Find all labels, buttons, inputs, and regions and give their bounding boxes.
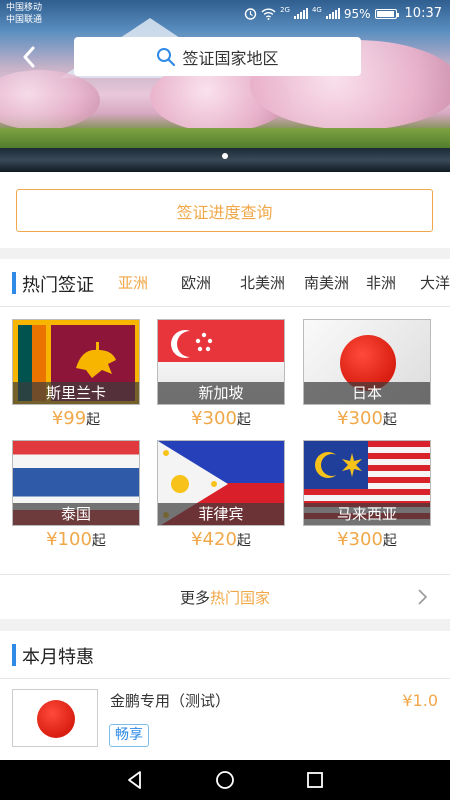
- deal-thumbnail: [12, 689, 98, 747]
- country-name: 斯里兰卡: [13, 382, 139, 404]
- square-recents-icon: [307, 772, 323, 788]
- nav-back-button[interactable]: [122, 767, 148, 793]
- carrier-2: 中国联通: [6, 15, 43, 25]
- country-name: 日本: [304, 382, 430, 404]
- price-value: ¥99: [51, 408, 87, 429]
- monthly-special-section: 本月特惠 金鹏专用（测试） 畅享 ¥1.0: [0, 631, 450, 760]
- hot-visa-header: 热门签证 亚洲 欧洲 北美洲 南美洲 非洲 大洋: [0, 259, 450, 307]
- chevron-right-icon: [418, 589, 428, 605]
- section-marker: [12, 644, 16, 666]
- banner-dot[interactable]: [222, 153, 228, 159]
- battery-icon: [374, 8, 399, 19]
- more-highlight: 热门国家: [210, 589, 271, 607]
- price-value: ¥420: [191, 529, 237, 550]
- wifi-icon: [261, 8, 276, 20]
- tab-europe[interactable]: 欧洲: [164, 259, 220, 307]
- country-card-japan[interactable]: 日本 ¥300起: [303, 319, 431, 429]
- price-suffix: 起: [382, 412, 397, 428]
- nav-home-button[interactable]: [212, 767, 238, 793]
- search-icon: [157, 47, 176, 66]
- singapore-flag: 新加坡: [157, 319, 285, 405]
- philippines-flag: 菲律宾: [157, 440, 285, 526]
- tab-oceania[interactable]: 大洋: [402, 259, 450, 307]
- network-2-label: 4G: [311, 5, 322, 14]
- search-placeholder: 签证国家地区: [182, 48, 279, 68]
- tab-asia[interactable]: 亚洲: [102, 259, 164, 307]
- deal-item[interactable]: 金鹏专用（测试） 畅享 ¥1.0: [0, 679, 450, 760]
- price-suffix: 起: [91, 533, 106, 549]
- carrier-labels: 中国移动 中国联通: [6, 2, 42, 26]
- triangle-back-icon: [128, 771, 141, 789]
- status-bar: 中国移动 中国联通 2G 4G 95% 10:37: [0, 0, 450, 28]
- progress-query-section: 签证进度查询: [0, 172, 450, 248]
- circle-home-icon: [216, 771, 234, 789]
- malaysia-flag: 马来西亚: [303, 440, 431, 526]
- alarm-icon: [244, 8, 257, 20]
- network-1-label: 2G: [280, 5, 290, 14]
- search-input[interactable]: 签证国家地区: [74, 37, 361, 76]
- country-card-thailand[interactable]: 泰国 ¥100起: [12, 440, 140, 550]
- system-nav-bar: [0, 760, 450, 800]
- signal-1-icon: [293, 8, 308, 19]
- tab-africa[interactable]: 非洲: [348, 259, 402, 307]
- country-name: 新加坡: [158, 382, 284, 404]
- more-hot-countries-link[interactable]: 更多 热门国家: [0, 574, 450, 620]
- country-price: ¥300起: [303, 529, 431, 550]
- country-card-sri-lanka[interactable]: 斯里兰卡 ¥99起: [12, 319, 140, 429]
- country-price: ¥420起: [157, 529, 285, 550]
- price-value: ¥100: [46, 529, 92, 550]
- region-tabs: 亚洲 欧洲 北美洲 南美洲 非洲 大洋: [102, 259, 450, 307]
- country-price: ¥99起: [12, 408, 140, 429]
- tab-south-america[interactable]: 南美洲: [284, 259, 349, 307]
- more-prefix: 更多: [179, 589, 210, 607]
- country-card-singapore[interactable]: 新加坡 ¥300起: [157, 319, 285, 429]
- back-button[interactable]: [14, 42, 44, 72]
- nav-recents-button[interactable]: [302, 767, 328, 793]
- price-value: ¥300: [337, 529, 383, 550]
- section-title: 热门签证: [22, 275, 94, 296]
- price-suffix: 起: [382, 533, 397, 549]
- section-title: 本月特惠: [22, 647, 94, 668]
- country-card-malaysia[interactable]: 马来西亚 ¥300起: [303, 440, 431, 550]
- country-name: 菲律宾: [158, 503, 284, 525]
- country-name: 马来西亚: [304, 503, 430, 525]
- country-name: 泰国: [13, 503, 139, 525]
- clock: 10:37: [404, 6, 442, 21]
- price-value: ¥300: [191, 408, 237, 429]
- banner-grass: [0, 128, 450, 150]
- deal-price: ¥1.0: [402, 691, 438, 710]
- price-value: ¥300: [337, 408, 383, 429]
- chevron-left-icon: [23, 46, 35, 68]
- price-suffix: 起: [86, 412, 101, 428]
- section-marker: [12, 272, 16, 294]
- deal-title: 金鹏专用（测试）: [110, 692, 231, 710]
- hot-visa-section: 热门签证 亚洲 欧洲 北美洲 南美洲 非洲 大洋 斯里兰卡 ¥99起 新加坡 ¥…: [0, 259, 450, 619]
- country-price: ¥100起: [12, 529, 140, 550]
- visa-progress-button[interactable]: 签证进度查询: [16, 189, 433, 232]
- country-price: ¥300起: [157, 408, 285, 429]
- country-card-philippines[interactable]: 菲律宾 ¥420起: [157, 440, 285, 550]
- monthly-special-header: 本月特惠: [0, 631, 450, 679]
- japan-flag: 日本: [303, 319, 431, 405]
- thailand-flag: 泰国: [12, 440, 140, 526]
- deal-tag: 畅享: [109, 724, 149, 747]
- price-suffix: 起: [236, 533, 251, 549]
- hero-banner[interactable]: 中国移动 中国联通 2G 4G 95% 10:37 签证国家地区: [0, 0, 450, 172]
- banner-blossom: [0, 70, 100, 130]
- signal-2-icon: [325, 8, 340, 19]
- carrier-1: 中国移动: [6, 3, 43, 13]
- banner-pagination: [0, 153, 450, 159]
- banner-river: [0, 148, 450, 172]
- sri-lanka-flag: 斯里兰卡: [12, 319, 140, 405]
- status-icons: 2G 4G 95% 10:37: [244, 6, 442, 21]
- country-price: ¥300起: [303, 408, 431, 429]
- price-suffix: 起: [236, 412, 251, 428]
- battery-percent: 95%: [343, 6, 371, 21]
- tab-north-america[interactable]: 北美洲: [220, 259, 285, 307]
